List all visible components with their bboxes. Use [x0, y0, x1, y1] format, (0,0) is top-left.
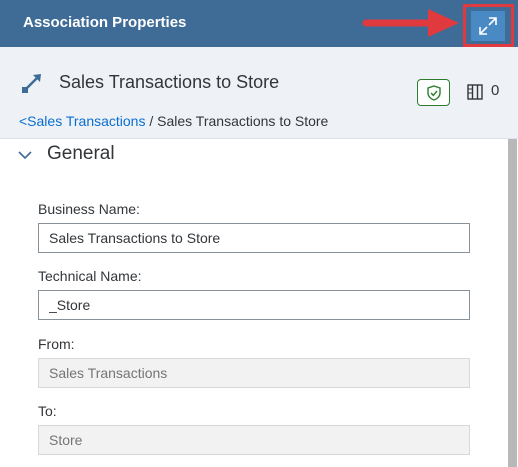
properties-content: General Business Name: Technical Name: F…: [0, 139, 507, 467]
annotation-arrow-icon: [362, 9, 459, 37]
business-name-field[interactable]: [38, 223, 470, 253]
expand-icon: [479, 17, 497, 35]
breadcrumb-current: Sales Transactions to Store: [157, 113, 329, 129]
breadcrumb: <Sales Transactions / Sales Transactions…: [19, 113, 328, 129]
object-header: Sales Transactions to Store 0 <Sales Tra…: [0, 47, 518, 139]
object-title: Sales Transactions to Store: [59, 72, 280, 92]
association-icon: [22, 74, 41, 93]
column-count: 0: [491, 82, 500, 99]
breadcrumb-separator: /: [145, 113, 158, 129]
to-label: To:: [38, 403, 57, 419]
expand-highlight-box: [463, 4, 514, 47]
from-field[interactable]: [38, 358, 470, 388]
columns-icon: [467, 84, 483, 100]
section-title: General: [47, 143, 115, 164]
shield-check-icon: [426, 84, 441, 101]
validation-status-button[interactable]: [417, 79, 450, 106]
panel-title: Association Properties: [23, 14, 187, 31]
technical-name-field[interactable]: [38, 290, 470, 320]
to-field[interactable]: [38, 425, 470, 455]
expand-button[interactable]: [471, 11, 505, 41]
chevron-down-icon: [18, 151, 32, 160]
scrollbar-thumb[interactable]: [508, 139, 517, 467]
scrollbar[interactable]: [507, 139, 518, 467]
business-name-label: Business Name:: [38, 201, 140, 217]
technical-name-label: Technical Name:: [38, 268, 142, 284]
from-label: From:: [38, 336, 75, 352]
panel-header: Association Properties: [0, 0, 518, 47]
breadcrumb-link[interactable]: <Sales Transactions: [19, 113, 145, 129]
